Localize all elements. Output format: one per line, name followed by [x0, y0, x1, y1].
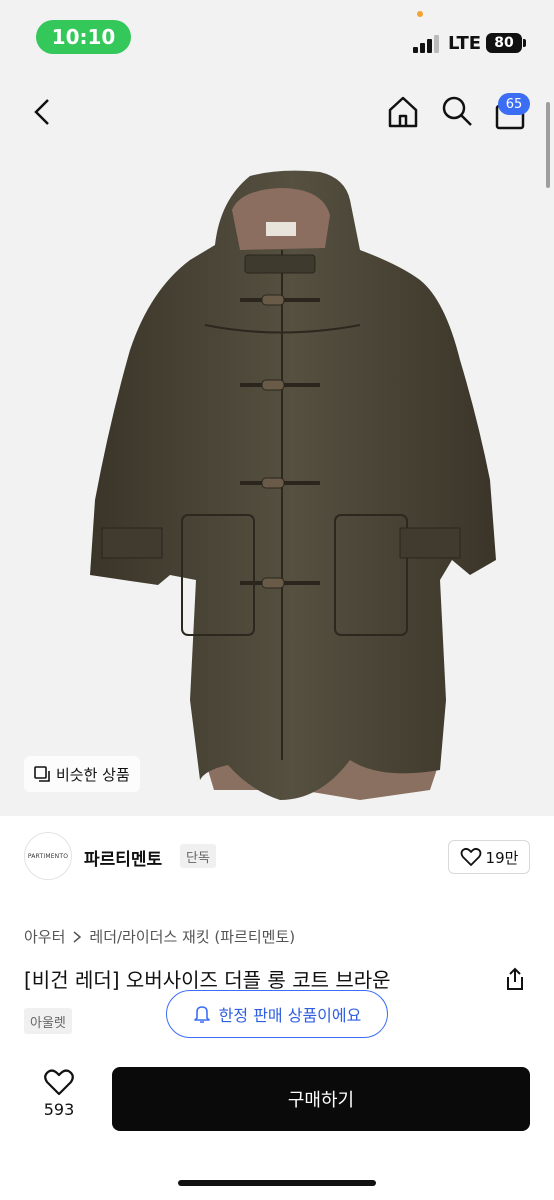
coat-image — [90, 170, 496, 800]
similar-products-label: 비슷한 상품 — [56, 765, 130, 784]
brand-row: PARTIMENTO 파르티멘토 단독 19만 — [24, 832, 530, 882]
battery-icon: 80 — [486, 33, 522, 53]
privacy-indicator — [417, 11, 423, 17]
limited-sale-label: 한정 판매 상품이에요 — [218, 1006, 362, 1025]
signal-icon — [413, 35, 441, 53]
buy-button[interactable]: 구매하기 — [112, 1067, 530, 1131]
chevron-right-icon — [73, 930, 82, 943]
wishlist-count: 593 — [43, 1100, 75, 1119]
home-icon — [388, 96, 418, 128]
status-time: 10:10 — [36, 20, 131, 54]
similar-products-button[interactable]: 비슷한 상품 — [24, 756, 140, 792]
brand-like-button[interactable]: 19만 — [448, 840, 530, 874]
heart-icon — [44, 1069, 74, 1096]
brand-like-count: 19만 — [485, 848, 519, 867]
home-button[interactable] — [386, 94, 420, 128]
product-image[interactable] — [0, 80, 554, 816]
status-bar: 10:10 LTE 80 — [0, 0, 554, 80]
search-button[interactable] — [440, 94, 474, 128]
share-icon — [507, 967, 523, 990]
scrollbar[interactable] — [546, 102, 550, 188]
bell-icon — [193, 1006, 210, 1023]
wishlist-button[interactable]: 593 — [28, 1068, 90, 1128]
home-indicator[interactable] — [178, 1180, 376, 1186]
exclusive-badge: 단독 — [180, 844, 216, 868]
copy-icon — [34, 766, 50, 782]
battery-tip — [523, 39, 526, 47]
limited-sale-notice[interactable]: 한정 판매 상품이에요 — [166, 990, 388, 1038]
network-label: LTE — [448, 33, 482, 54]
back-button[interactable] — [28, 96, 56, 128]
cart-count-badge: 65 — [498, 93, 530, 115]
breadcrumb: 아우터 레더/라이더스 재킷 (파르티멘토) — [24, 926, 295, 947]
outlet-badge: 아울렛 — [24, 1008, 72, 1034]
brand-name[interactable]: 파르티멘토 — [84, 845, 162, 870]
share-button[interactable] — [503, 966, 527, 992]
product-title: [비건 레더] 오버사이즈 더플 롱 코트 브라운 — [24, 968, 391, 992]
breadcrumb-item[interactable]: 아우터 — [24, 926, 65, 947]
breadcrumb-item[interactable]: 레더/라이더스 재킷 (파르티멘토) — [89, 926, 295, 947]
chevron-left-icon — [34, 99, 49, 125]
search-icon — [442, 96, 472, 126]
heart-icon — [460, 847, 481, 866]
brand-logo[interactable]: PARTIMENTO — [24, 832, 72, 880]
